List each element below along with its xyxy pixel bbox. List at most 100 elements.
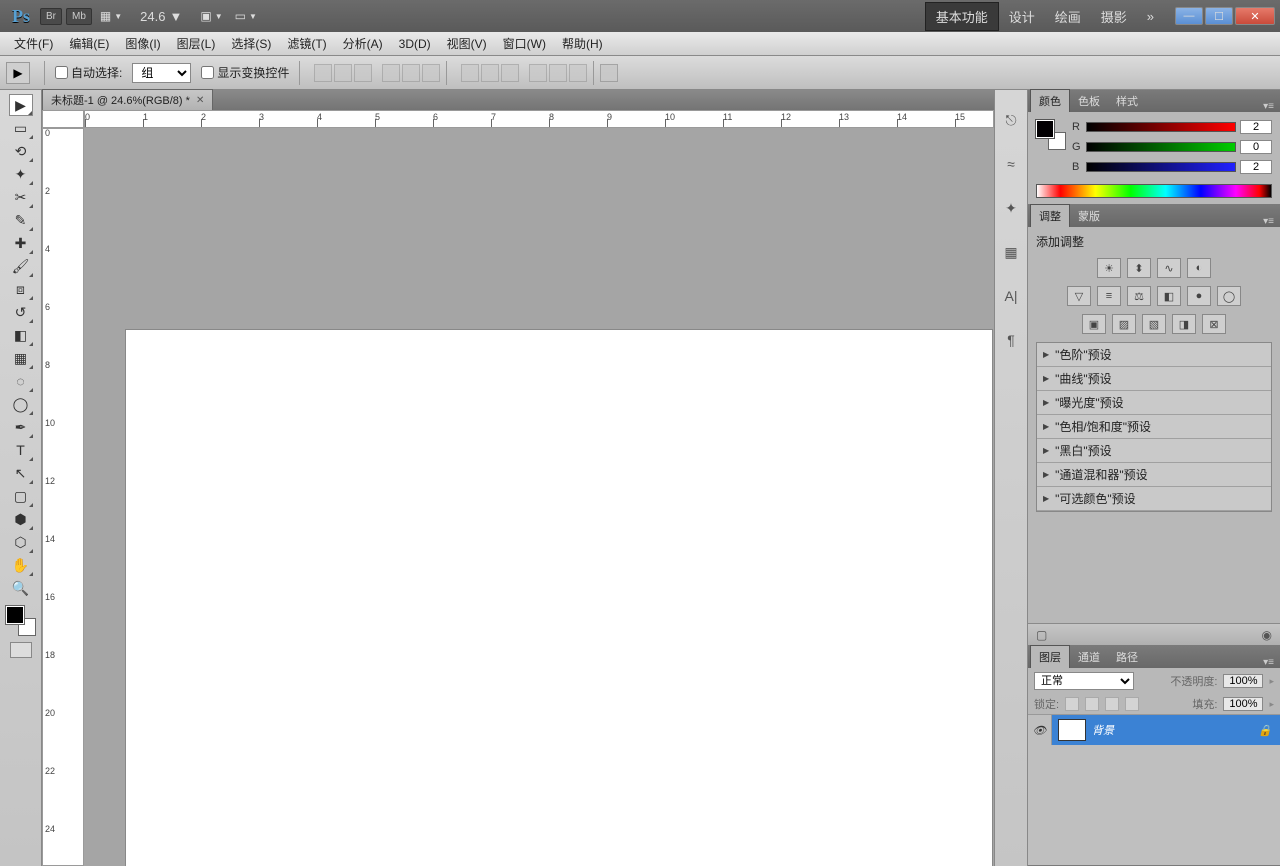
adj-gradient-map-icon[interactable]: ◨ bbox=[1172, 314, 1196, 334]
marquee-tool[interactable]: ▭ bbox=[9, 117, 33, 139]
tab-layers[interactable]: 图层 bbox=[1030, 645, 1070, 668]
tab-color[interactable]: 颜色 bbox=[1030, 89, 1070, 112]
lasso-tool[interactable]: ⟲ bbox=[9, 140, 33, 162]
dist-1-icon[interactable] bbox=[461, 64, 479, 82]
type-tool[interactable]: T bbox=[9, 439, 33, 461]
minibridge-button[interactable]: Mb bbox=[66, 8, 92, 25]
workspace-tab-painting[interactable]: 绘画 bbox=[1045, 3, 1091, 30]
adj-photo-filter-icon[interactable]: ● bbox=[1187, 286, 1211, 306]
menu-help[interactable]: 帮助(H) bbox=[554, 35, 611, 52]
pen-tool[interactable]: ✒ bbox=[9, 416, 33, 438]
wand-tool[interactable]: ✦ bbox=[9, 163, 33, 185]
menu-image[interactable]: 图像(I) bbox=[117, 35, 168, 52]
adj-bw-icon[interactable]: ◧ bbox=[1157, 286, 1181, 306]
zoom-tool[interactable]: 🔍 bbox=[9, 577, 33, 599]
zoom-level[interactable]: 24.6▼ bbox=[128, 9, 194, 24]
workspace-tab-design[interactable]: 设计 bbox=[999, 3, 1045, 30]
clone-source-icon[interactable]: ✦ bbox=[1001, 198, 1021, 218]
lock-all-icon[interactable] bbox=[1125, 697, 1139, 711]
lock-transparent-icon[interactable] bbox=[1065, 697, 1079, 711]
menu-edit[interactable]: 编辑(E) bbox=[61, 35, 117, 52]
dodge-tool[interactable]: ◯ bbox=[9, 393, 33, 415]
preset-channel-mixer[interactable]: ▶"通道混和器"预设 bbox=[1037, 463, 1271, 487]
canvas-viewport[interactable] bbox=[84, 128, 994, 866]
quick-mask-toggle[interactable] bbox=[10, 642, 32, 658]
lock-position-icon[interactable] bbox=[1105, 697, 1119, 711]
canvas[interactable] bbox=[126, 330, 992, 866]
character-icon[interactable]: A| bbox=[1001, 286, 1021, 306]
adj-balance-icon[interactable]: ⚖ bbox=[1127, 286, 1151, 306]
panel-menu-icon[interactable]: ▾≡ bbox=[1257, 101, 1280, 112]
workspace-tab-photography[interactable]: 摄影 bbox=[1091, 3, 1137, 30]
adj-vibrance-icon[interactable]: ▽ bbox=[1067, 286, 1091, 306]
adj-threshold-icon[interactable]: ▧ bbox=[1142, 314, 1166, 334]
align-left-icon[interactable] bbox=[382, 64, 400, 82]
brush-presets-icon[interactable]: ≈ bbox=[1001, 154, 1021, 174]
tab-masks[interactable]: 蒙版 bbox=[1070, 205, 1108, 227]
color-spectrum[interactable] bbox=[1036, 184, 1272, 198]
menu-layer[interactable]: 图层(L) bbox=[169, 35, 224, 52]
dist-6-icon[interactable] bbox=[569, 64, 587, 82]
show-transform-checkbox[interactable]: 显示变换控件 bbox=[201, 64, 289, 81]
layer-row-background[interactable]: 👁 背景 🔒 bbox=[1028, 715, 1280, 745]
auto-align-icon[interactable] bbox=[600, 64, 618, 82]
adj-brightness-icon[interactable]: ☀ bbox=[1097, 258, 1121, 278]
menu-filter[interactable]: 滤镜(T) bbox=[279, 35, 334, 52]
path-select-tool[interactable]: ↖ bbox=[9, 462, 33, 484]
3d-tool[interactable]: ⬢ bbox=[9, 508, 33, 530]
layer-visibility-icon[interactable]: 👁 bbox=[1028, 715, 1052, 745]
adj-channel-mixer-icon[interactable]: ◯ bbox=[1217, 286, 1241, 306]
3d-camera-tool[interactable]: ⬡ bbox=[9, 531, 33, 553]
close-tab-icon[interactable]: ✕ bbox=[196, 95, 204, 106]
stamp-tool[interactable]: ⧈ bbox=[9, 278, 33, 300]
auto-select-checkbox[interactable]: 自动选择: bbox=[55, 64, 122, 81]
dist-3-icon[interactable] bbox=[501, 64, 519, 82]
blend-mode-select[interactable]: 正常 bbox=[1034, 672, 1134, 690]
history-brush-tool[interactable]: ↺ bbox=[9, 301, 33, 323]
menu-3d[interactable]: 3D(D) bbox=[391, 37, 439, 51]
preset-selective-color[interactable]: ▶"可选颜色"预设 bbox=[1037, 487, 1271, 511]
tab-swatches[interactable]: 色板 bbox=[1070, 90, 1108, 112]
preset-bw[interactable]: ▶"黑白"预设 bbox=[1037, 439, 1271, 463]
window-close[interactable]: ✕ bbox=[1235, 7, 1275, 25]
history-icon[interactable]: ⎋ bbox=[1001, 110, 1021, 130]
panel-color-swatch[interactable] bbox=[1036, 120, 1066, 150]
dist-2-icon[interactable] bbox=[481, 64, 499, 82]
shape-tool[interactable]: ▢ bbox=[9, 485, 33, 507]
ruler-horizontal[interactable]: 012345678910111213141516 bbox=[84, 110, 994, 128]
blur-tool[interactable]: ◌ bbox=[9, 370, 33, 392]
current-tool-icon[interactable]: ▶ bbox=[6, 62, 30, 84]
dist-5-icon[interactable] bbox=[549, 64, 567, 82]
adjust-foot-right-icon[interactable]: ◉ bbox=[1262, 628, 1272, 642]
hand-tool[interactable]: ✋ bbox=[9, 554, 33, 576]
workspace-tab-essentials[interactable]: 基本功能 bbox=[925, 2, 999, 31]
align-vcenter-icon[interactable] bbox=[334, 64, 352, 82]
preset-hue-sat[interactable]: ▶"色相/饱和度"预设 bbox=[1037, 415, 1271, 439]
gradient-tool[interactable]: ▦ bbox=[9, 347, 33, 369]
opacity-input[interactable] bbox=[1223, 674, 1263, 688]
workspace-more[interactable]: » bbox=[1137, 5, 1164, 28]
window-minimize[interactable]: — bbox=[1175, 7, 1203, 25]
b-input[interactable] bbox=[1240, 160, 1272, 174]
menu-analysis[interactable]: 分析(A) bbox=[335, 35, 391, 52]
align-top-icon[interactable] bbox=[314, 64, 332, 82]
doc-layout-dropdown[interactable]: ▦▼ bbox=[94, 9, 128, 23]
panel-menu-icon[interactable]: ▾≡ bbox=[1257, 216, 1280, 227]
menu-window[interactable]: 窗口(W) bbox=[495, 35, 554, 52]
adj-exposure-icon[interactable]: ◐ bbox=[1187, 258, 1211, 278]
menu-view[interactable]: 视图(V) bbox=[439, 35, 495, 52]
layer-name[interactable]: 背景 bbox=[1092, 722, 1114, 738]
tab-styles[interactable]: 样式 bbox=[1108, 90, 1146, 112]
brush-tool[interactable]: 🖌 bbox=[9, 255, 33, 277]
foreground-color-swatch[interactable] bbox=[6, 606, 24, 624]
r-slider[interactable] bbox=[1086, 122, 1236, 132]
adj-posterize-icon[interactable]: ▨ bbox=[1112, 314, 1136, 334]
lock-pixels-icon[interactable] bbox=[1085, 697, 1099, 711]
r-input[interactable] bbox=[1240, 120, 1272, 134]
move-tool[interactable]: ▶ bbox=[9, 94, 33, 116]
ruler-vertical[interactable]: 0246810121416182022242628 bbox=[42, 128, 84, 866]
swatches-icon[interactable]: ▦ bbox=[1001, 242, 1021, 262]
g-input[interactable] bbox=[1240, 140, 1272, 154]
auto-select-target[interactable]: 组 bbox=[132, 63, 191, 83]
tab-paths[interactable]: 路径 bbox=[1108, 646, 1146, 668]
